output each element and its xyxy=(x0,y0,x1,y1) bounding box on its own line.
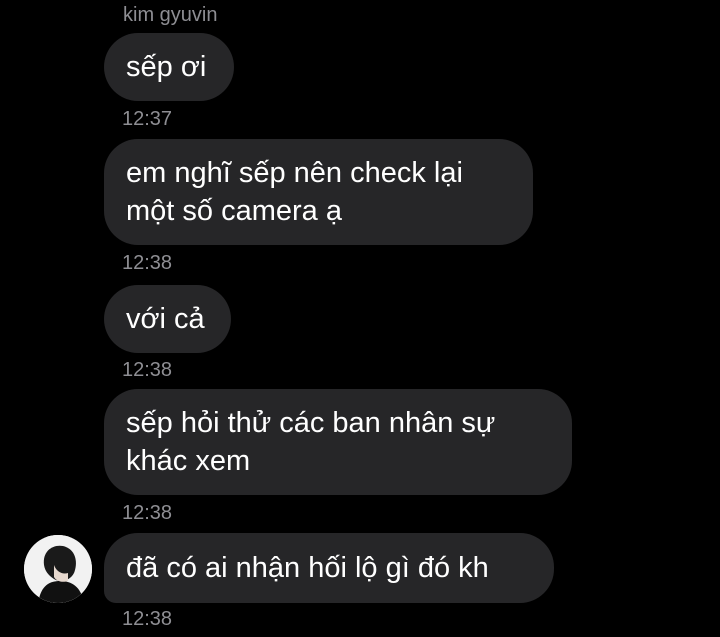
message-bubble[interactable]: sếp ơi xyxy=(104,33,234,101)
message-bubble[interactable]: em nghĩ sếp nên check lại một số camera … xyxy=(104,139,533,245)
message-text: đã có ai nhận hối lộ gì đó kh xyxy=(126,552,489,584)
message-timestamp: 12:37 xyxy=(122,108,173,130)
message-timestamp: 12:38 xyxy=(122,252,173,274)
message-bubble[interactable]: với cả xyxy=(104,285,231,353)
message-timestamp: 12:38 xyxy=(122,608,173,630)
message-bubble[interactable]: đã có ai nhận hối lộ gì đó kh xyxy=(104,533,554,603)
message-timestamp: 12:38 xyxy=(122,502,173,524)
avatar-image xyxy=(24,535,92,603)
message-text: với cả xyxy=(126,303,205,335)
message-timestamp: 12:38 xyxy=(122,359,173,381)
sender-avatar[interactable] xyxy=(24,535,92,603)
message-text: sếp ơi xyxy=(126,51,207,83)
message-text: sếp hỏi thử các ban nhân sự khác xem xyxy=(126,407,496,477)
sender-name: kim gyuvin xyxy=(123,4,218,26)
message-bubble[interactable]: sếp hỏi thử các ban nhân sự khác xem xyxy=(104,389,572,495)
message-text: em nghĩ sếp nên check lại một số camera … xyxy=(126,157,463,227)
